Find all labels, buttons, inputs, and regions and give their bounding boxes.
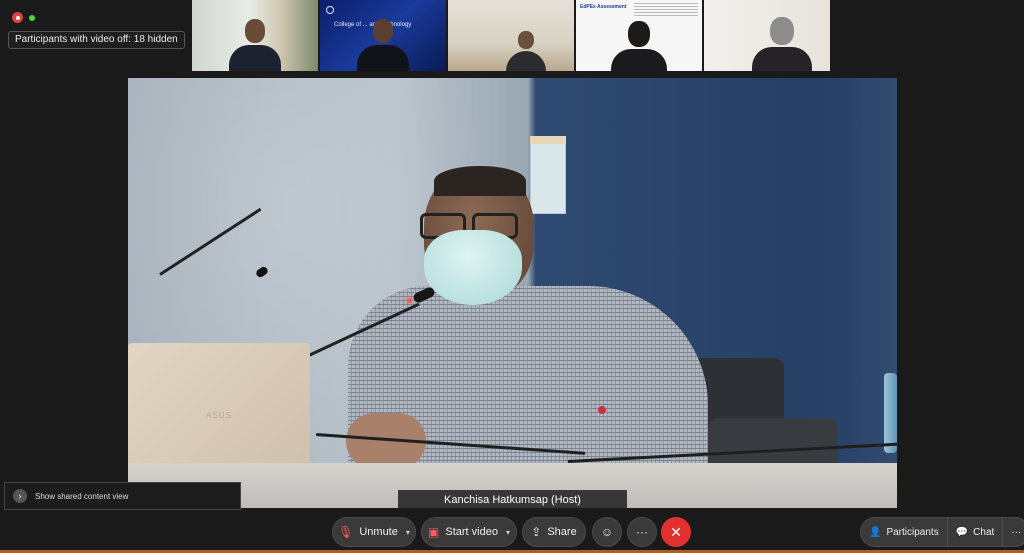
smile-icon: ☺: [600, 525, 614, 539]
ellipsis-icon: ···: [1011, 526, 1022, 538]
share-button[interactable]: ⇪ Share: [522, 517, 586, 547]
unmute-label: Unmute: [359, 526, 398, 538]
microphone-off-icon: 🎙: [338, 525, 354, 539]
video-off-icon: ▣: [428, 525, 440, 539]
ellipsis-icon: ···: [636, 525, 648, 539]
microphone-led: [407, 298, 412, 303]
recording-indicator-icon[interactable]: [12, 12, 23, 23]
show-shared-content-button[interactable]: › Show shared content view: [4, 482, 241, 510]
participant-thumbnail[interactable]: [704, 0, 830, 71]
laptop: ASUS: [128, 343, 310, 483]
face-mask: [424, 230, 522, 305]
connection-indicator-icon: [29, 14, 35, 21]
chevron-down-icon[interactable]: ▾: [506, 528, 510, 537]
unmute-button[interactable]: 🎙 Unmute ▾: [332, 517, 416, 547]
participant-thumbnail-strip: College of ... and Technology EdPEx Asse…: [192, 0, 830, 71]
speaker-name-label: Kanchisa Hatkumsap (Host): [398, 490, 627, 510]
participant-figure: [752, 17, 813, 71]
water-bottle: [884, 373, 897, 453]
meeting-status: [12, 12, 35, 23]
participants-button[interactable]: 👤 Participants: [861, 518, 948, 546]
more-options-button[interactable]: ···: [627, 517, 657, 547]
virtual-background-lines: [634, 3, 698, 17]
virtual-background-header: EdPEx Assessment: [580, 4, 627, 10]
wall-tape: [530, 136, 566, 144]
reactions-button[interactable]: ☺: [592, 517, 622, 547]
participant-figure: [506, 31, 547, 71]
start-video-label: Start video: [445, 526, 498, 538]
start-video-button[interactable]: ▣ Start video ▾: [421, 517, 517, 547]
leave-meeting-button[interactable]: ✕: [661, 517, 691, 547]
participant-thumbnail[interactable]: [448, 0, 574, 71]
chat-bubble-icon: 💬: [955, 526, 969, 538]
participant-figure: [229, 19, 281, 71]
share-label: Share: [547, 526, 577, 538]
chat-label: Chat: [973, 526, 995, 538]
participants-label: Participants: [886, 526, 939, 538]
person-icon: 👤: [869, 526, 882, 538]
x-icon: ✕: [670, 523, 682, 540]
chevron-down-icon[interactable]: ▾: [406, 528, 410, 537]
university-logo-icon: [326, 6, 334, 14]
participant-figure: [357, 19, 409, 71]
chevron-right-icon: ›: [13, 489, 27, 503]
toolbar-more-button[interactable]: ···: [1003, 518, 1024, 546]
participant-thumbnail[interactable]: [192, 0, 318, 71]
participant-figure: [611, 21, 667, 71]
right-toolbar-group: 👤 Participants 💬 Chat ···: [860, 517, 1024, 547]
participant-thumbnail[interactable]: EdPEx Assessment: [576, 0, 702, 71]
participant-thumbnail[interactable]: College of ... and Technology: [320, 0, 446, 71]
shared-content-label: Show shared content view: [35, 491, 129, 501]
hidden-participants-notice[interactable]: Participants with video off: 18 hidden: [8, 31, 185, 49]
meeting-toolbar: 🎙 Unmute ▾ ▣ Start video ▾ ⇪ Share ☺ ···…: [0, 510, 1024, 553]
laptop-brand: ASUS: [206, 411, 232, 420]
active-speaker-video[interactable]: ASUS: [128, 78, 897, 508]
share-screen-icon: ⇪: [531, 525, 542, 539]
chat-button[interactable]: 💬 Chat: [948, 518, 1004, 546]
